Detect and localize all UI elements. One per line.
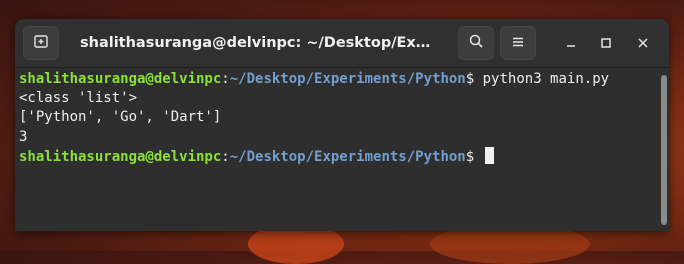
prompt-separator: : — [221, 148, 230, 165]
new-tab-button[interactable] — [23, 26, 59, 60]
output-line: 3 — [19, 128, 28, 145]
text-cursor — [484, 146, 494, 164]
minimize-icon — [565, 34, 577, 53]
prompt-separator: : — [221, 71, 230, 87]
hamburger-menu-icon — [511, 34, 525, 53]
title-bar[interactable]: shalithasuranga@delvinpc: ~/Desktop/Expe… — [15, 19, 669, 68]
prompt-symbol: $ — [465, 148, 475, 165]
maximize-button[interactable] — [596, 33, 616, 53]
prompt-line: shalithasuranga@delvinpc:~/Desktop/Exper… — [19, 146, 665, 167]
output-line: ['Python', 'Go', 'Dart'] — [19, 109, 222, 126]
prompt-user: shalithasuranga@delvinpc — [19, 71, 222, 87]
prompt-symbol: $ — [465, 71, 475, 87]
terminal-output[interactable]: shalithasuranga@delvinpc:~/Desktop/Exper… — [15, 68, 669, 231]
terminal-window: shalithasuranga@delvinpc: ~/Desktop/Expe… — [15, 19, 669, 231]
close-button[interactable] — [633, 33, 653, 53]
maximize-icon — [600, 34, 612, 53]
prompt-user: shalithasuranga@delvinpc — [19, 148, 222, 165]
prompt-path: ~/Desktop/Experiments/Python — [229, 148, 466, 165]
output-line: <class 'list'> — [19, 90, 138, 107]
search-button[interactable] — [458, 26, 494, 60]
close-icon — [637, 34, 649, 53]
scrollbar[interactable] — [661, 75, 667, 225]
search-icon — [468, 33, 484, 53]
minimize-button[interactable] — [561, 33, 581, 53]
window-title: shalithasuranga@delvinpc: ~/Desktop/Expe… — [80, 35, 439, 51]
menu-button[interactable] — [500, 26, 536, 60]
prompt-line: shalithasuranga@delvinpc:~/Desktop/Exper… — [19, 70, 665, 89]
new-tab-icon — [33, 33, 49, 53]
prompt-path: ~/Desktop/Experiments/Python — [229, 71, 466, 87]
command-text: python3 main.py — [474, 71, 610, 87]
